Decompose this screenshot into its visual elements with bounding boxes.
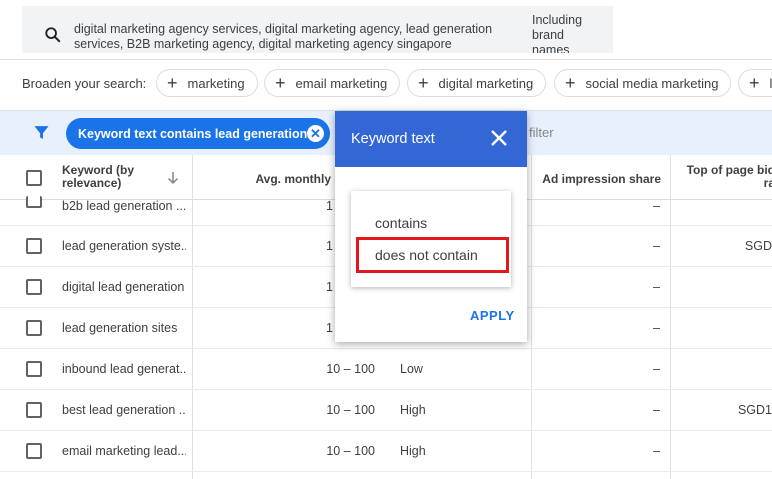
row-checkbox[interactable] (26, 238, 42, 254)
select-all-checkbox[interactable] (26, 170, 42, 186)
keyword-cell: inbound lead generat... (62, 362, 186, 376)
keyword-cell: best lead generation ... (62, 403, 186, 417)
broaden-chip-truncated[interactable]: + le (738, 69, 772, 97)
plus-icon: + (167, 73, 178, 93)
highlight-box (356, 237, 509, 273)
impression-cell: – (653, 239, 660, 253)
remove-filter-icon[interactable]: ✕ (307, 125, 324, 142)
impression-cell: – (653, 403, 660, 417)
popup-header: Keyword text (335, 111, 527, 167)
table-row[interactable]: inbound lead generat... 10 – 100 Low – (0, 349, 772, 390)
volume-cell: 1 (326, 199, 333, 213)
bid-cell: SGD (744, 239, 772, 253)
keyword-cell: email marketing lead... (62, 444, 186, 458)
filter-chip-label: Keyword text contains lead generation (78, 126, 308, 141)
impression-cell: – (653, 280, 660, 294)
keyword-cell: lead generation syste... (62, 239, 186, 253)
chip-label: digital marketing (438, 75, 534, 91)
add-filter-placeholder[interactable]: filter (529, 125, 554, 140)
competition-cell: High (400, 403, 426, 417)
popup-title: Keyword text (351, 131, 435, 147)
broaden-search-row: Broaden your search: + marketing + email… (0, 60, 772, 106)
chip-label: email marketing (295, 75, 388, 91)
apply-button[interactable]: APPLY (470, 308, 515, 323)
search-icon (45, 27, 61, 43)
broaden-label: Broaden your search: (22, 76, 147, 91)
broaden-chip-social-media-marketing[interactable]: + social media marketing (554, 69, 732, 97)
table-row[interactable]: best lead generation ... 10 – 100 High –… (0, 390, 772, 431)
keyword-cell: digital lead generation (62, 280, 185, 294)
including-brand-names-label: Including brand names (532, 13, 583, 53)
search-bar-region: digital marketing agency services, digit… (0, 0, 772, 60)
volume-cell: 1 (326, 239, 333, 253)
row-checkbox[interactable] (26, 279, 42, 295)
row-checkbox[interactable] (26, 196, 42, 208)
impression-cell: – (653, 321, 660, 335)
competition-cell: Low (400, 362, 423, 376)
volume-cell: 10 – 100 (326, 362, 375, 376)
table-row[interactable]: email marketing lead... 10 – 100 High – (0, 431, 772, 472)
keyword-text-filter-popup: Keyword text contains does not contain A… (335, 111, 527, 342)
volume-cell: 1 (326, 280, 333, 294)
header-top-of-page-bid[interactable]: Top of page bid ra (680, 164, 772, 192)
volume-cell: 10 – 100 (326, 444, 375, 458)
impression-cell: – (653, 362, 660, 376)
search-query[interactable]: digital marketing agency services, digit… (74, 22, 514, 52)
keyword-cell: b2b lead generation ... (62, 199, 186, 213)
volume-cell: 1 (326, 321, 333, 335)
row-checkbox[interactable] (26, 320, 42, 336)
chip-label: marketing (187, 75, 245, 91)
bid-cell: SGD1 (737, 403, 772, 417)
volume-cell: 10 – 100 (326, 403, 375, 417)
keyword-cell: lead generation sites (62, 321, 178, 335)
sort-arrow-down-icon[interactable] (167, 171, 179, 185)
competition-cell: High (400, 444, 426, 458)
row-checkbox[interactable] (26, 402, 42, 418)
impression-cell: – (653, 199, 660, 213)
row-checkbox[interactable] (26, 361, 42, 377)
filter-icon[interactable] (33, 124, 50, 141)
close-icon[interactable] (489, 128, 509, 148)
row-checkbox[interactable] (26, 443, 42, 459)
active-filter-chip[interactable]: Keyword text contains lead generation ✕ (66, 118, 330, 149)
broaden-chip-email-marketing[interactable]: + email marketing (264, 69, 401, 97)
plus-icon: + (565, 73, 576, 93)
plus-icon: + (275, 73, 286, 93)
plus-icon: + (749, 73, 760, 93)
option-contains[interactable]: contains (375, 215, 427, 231)
condition-dropdown-menu: contains does not contain (351, 191, 511, 287)
chip-label: social media marketing (585, 75, 719, 91)
broaden-chip-marketing[interactable]: + marketing (156, 69, 258, 97)
plus-icon: + (418, 73, 429, 93)
broaden-chip-digital-marketing[interactable]: + digital marketing (407, 69, 547, 97)
impression-cell: – (653, 444, 660, 458)
